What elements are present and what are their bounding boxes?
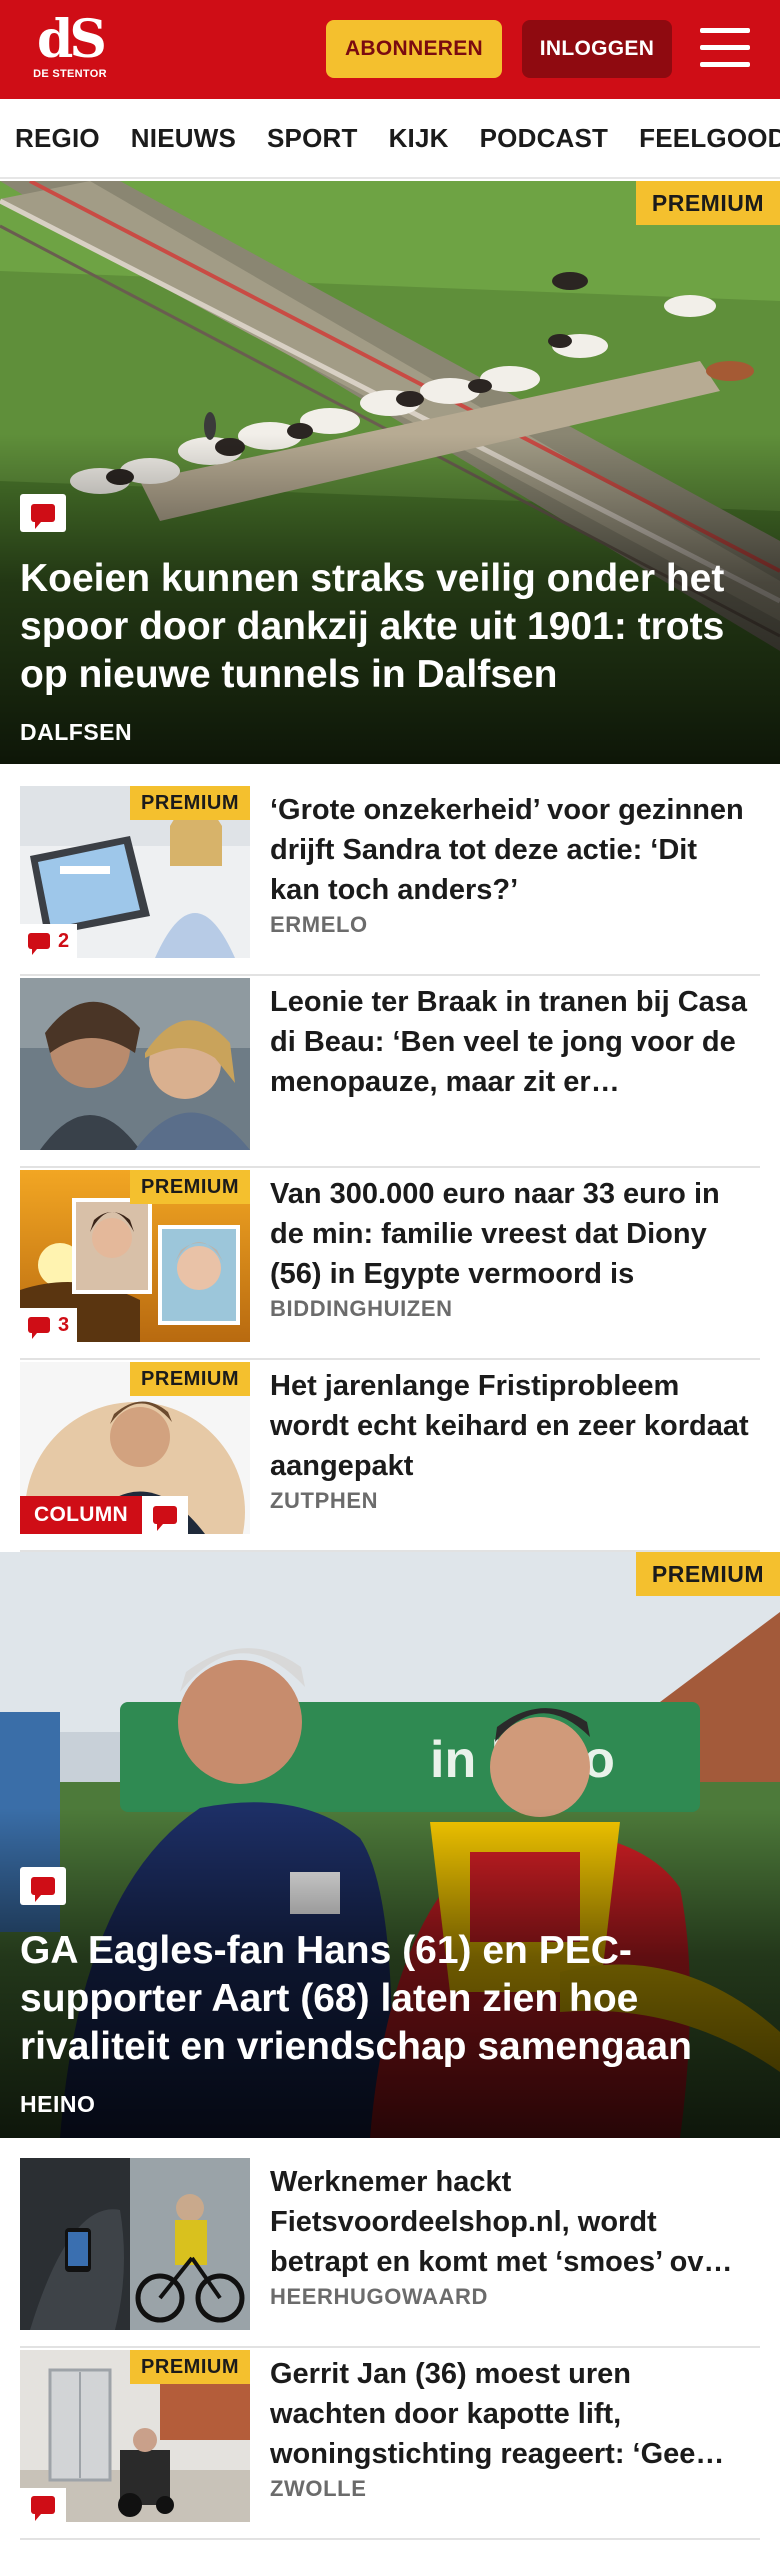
comment-icon [31,1877,55,1902]
comment-count: 2 [20,924,78,958]
premium-badge: PREMIUM [130,2350,250,2384]
article-thumbnail [20,2158,250,2330]
premium-badge: PREMIUM [130,1362,250,1396]
section-nav: REGIO NIEUWS SPORT KIJK PODCAST FEELGOOD… [0,99,780,179]
article-location: HEERHUGOWAARD [270,2284,489,2309]
comment-icon [28,933,50,955]
article-thumbnail: PREMIUM COLUMN [20,1362,250,1534]
comment-icon [31,2496,55,2521]
nav-item-sport[interactable]: SPORT [267,123,358,154]
comment-badge [20,1867,66,1905]
article-location: ZWOLLE [270,2476,367,2501]
column-label: COLUMN [20,1496,142,1534]
nav-item-nieuws[interactable]: NIEUWS [131,123,236,154]
nav-item-podcast[interactable]: PODCAST [480,123,609,154]
nav-item-feelgood[interactable]: FEELGOOD [639,123,780,154]
list-item[interactable]: PREMIUM 3 Van 300.000 euro naar 33 euro … [20,1168,760,1360]
logo[interactable]: dS DE STENTOR [30,14,110,86]
list-item[interactable]: PREMIUM 2 ‘Grote onzekerheid’ voor gezin… [20,784,760,976]
hero-title[interactable]: GA Eagles-fan Hans (61) en PEC-supporter… [20,1927,750,2071]
login-button[interactable]: INLOGGEN [522,20,672,78]
hero-title[interactable]: Koeien kunnen straks veilig onder het sp… [20,555,750,699]
premium-badge: PREMIUM [635,181,780,225]
comment-badge [141,1496,188,1534]
comment-count-value: 3 [58,1313,70,1336]
hero-article-cows[interactable]: PREMIUM Koeien kunnen straks veilig onde… [0,181,780,764]
subscribe-button[interactable]: ABONNEREN [326,20,502,78]
logo-subtitle: DE STENTOR [33,68,107,80]
article-thumbnail: PREMIUM 3 [20,1170,250,1342]
comment-icon [31,504,55,529]
hero-article-eagles[interactable]: in het o PREMIUM GA Eagles-fan Hans (61)… [0,1552,780,2138]
nav-item-regio[interactable]: REGIO [15,123,100,154]
comment-icon [152,1506,177,1531]
comment-icon [28,1317,50,1339]
list-item[interactable]: PREMIUM COLUMN Het jarenlange Fristiprob… [20,1360,760,1552]
logo-mark: dS [37,9,107,70]
article-thumbnail: PREMIUM [20,2350,250,2522]
site-header: dS DE STENTOR ABONNEREN INLOGGEN [0,0,780,99]
premium-badge: PREMIUM [130,1170,250,1204]
article-thumbnail [20,978,250,1150]
comment-badge [20,494,66,532]
article-title[interactable]: Leonie ter Braak in tranen bij Casa di B… [270,982,750,1102]
list-item[interactable]: Leonie ter Braak in tranen bij Casa di B… [20,976,760,1168]
article-location: ERMELO [270,912,368,937]
article-thumbnail: PREMIUM 2 [20,786,250,958]
hamburger-menu-icon[interactable] [700,26,750,70]
hero-location: HEINO [20,2091,96,2117]
article-title[interactable]: Werknemer hackt Fietsvoordeelshop.nl, wo… [270,2162,750,2282]
comment-count-value: 2 [58,929,70,952]
article-location: BIDDINGHUIZEN [270,1296,453,1321]
nav-item-kijk[interactable]: KIJK [389,123,449,154]
premium-badge: PREMIUM [635,1552,780,1596]
hero-location: DALFSEN [20,719,133,745]
column-tag: COLUMN [20,1496,188,1534]
list-item[interactable]: PREMIUM Gerrit Jan (36) moest uren wacht… [20,2348,760,2540]
article-location: ZUTPHEN [270,1488,379,1513]
comment-badge [20,2488,66,2522]
article-title[interactable]: ‘Grote onzekerheid’ voor gezinnen drijft… [270,790,750,910]
article-title[interactable]: Gerrit Jan (36) moest uren wachten door … [270,2354,750,2474]
article-title[interactable]: Van 300.000 euro naar 33 euro in de min:… [270,1174,750,1294]
list-item[interactable]: Werknemer hackt Fietsvoordeelshop.nl, wo… [20,2156,760,2348]
premium-badge: PREMIUM [130,786,250,820]
comment-count: 3 [20,1308,78,1342]
article-title[interactable]: Het jarenlange Fristiprobleem wordt echt… [270,1366,750,1486]
